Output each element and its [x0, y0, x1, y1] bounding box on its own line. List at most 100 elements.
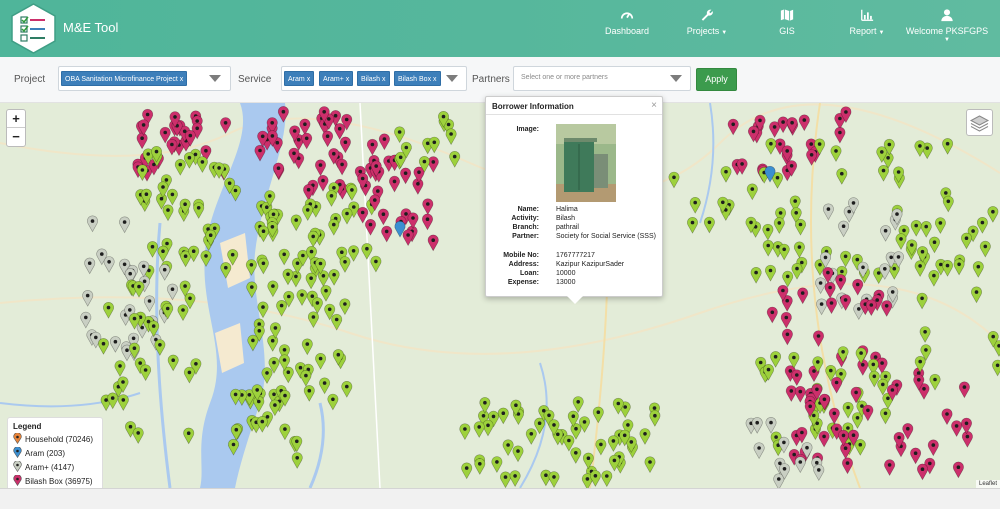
map-marker[interactable]: [183, 366, 195, 384]
map-marker[interactable]: [196, 156, 208, 174]
nav-projects[interactable]: Projects ▼: [684, 8, 730, 52]
map-marker[interactable]: [916, 292, 928, 310]
map-marker[interactable]: [159, 264, 171, 281]
map-marker[interactable]: [400, 167, 412, 185]
map-marker[interactable]: [140, 364, 152, 382]
map-marker[interactable]: [303, 184, 315, 201]
map-marker[interactable]: [341, 380, 353, 398]
map-marker[interactable]: [782, 270, 794, 288]
map-marker[interactable]: [795, 218, 806, 236]
map-marker[interactable]: [381, 225, 393, 243]
map-marker[interactable]: [267, 335, 279, 352]
chip-remove-button[interactable]: x: [180, 76, 184, 83]
map-marker[interactable]: [193, 202, 205, 219]
map-marker[interactable]: [770, 351, 782, 368]
map-marker[interactable]: [346, 184, 358, 202]
map-marker[interactable]: [291, 452, 303, 469]
map-marker[interactable]: [299, 118, 311, 136]
map-marker[interactable]: [326, 190, 337, 207]
map-marker[interactable]: [865, 299, 877, 317]
map-marker[interactable]: [305, 272, 317, 290]
zoom-in-button[interactable]: +: [7, 110, 25, 128]
map-marker[interactable]: [119, 216, 131, 234]
map-marker[interactable]: [862, 404, 874, 422]
map-marker[interactable]: [445, 128, 457, 146]
map-marker[interactable]: [589, 470, 601, 487]
map-marker[interactable]: [762, 223, 774, 241]
map-marker[interactable]: [502, 439, 514, 457]
map-marker[interactable]: [961, 232, 972, 250]
map-marker[interactable]: [166, 188, 178, 206]
map-marker[interactable]: [777, 116, 789, 134]
map-marker[interactable]: [834, 126, 846, 144]
map-marker[interactable]: [816, 298, 828, 316]
map-marker[interactable]: [276, 299, 288, 317]
map-marker[interactable]: [830, 145, 842, 163]
map-marker[interactable]: [103, 301, 114, 319]
map-marker[interactable]: [370, 255, 382, 273]
map-marker[interactable]: [838, 220, 850, 238]
map-marker[interactable]: [136, 132, 148, 150]
map-marker[interactable]: [183, 152, 195, 169]
map-marker[interactable]: [878, 164, 889, 182]
map-marker[interactable]: [258, 225, 269, 243]
map-marker[interactable]: [348, 245, 360, 262]
map-marker[interactable]: [167, 283, 178, 301]
map-marker[interactable]: [798, 114, 810, 132]
map-marker[interactable]: [303, 385, 315, 402]
map-marker[interactable]: [910, 219, 922, 237]
map-marker[interactable]: [183, 427, 195, 445]
map-marker[interactable]: [257, 301, 269, 319]
map-attribution[interactable]: Leaflet: [975, 480, 1000, 488]
map-marker[interactable]: [813, 330, 824, 348]
map-marker[interactable]: [307, 230, 319, 248]
map-marker[interactable]: [473, 421, 485, 439]
map-marker[interactable]: [315, 159, 326, 177]
map-marker[interactable]: [835, 274, 847, 291]
map-marker[interactable]: [828, 407, 840, 425]
map-marker[interactable]: [762, 239, 774, 257]
map-marker[interactable]: [177, 304, 189, 322]
map-marker[interactable]: [328, 269, 340, 286]
map-marker[interactable]: [428, 136, 440, 154]
map-marker[interactable]: [339, 136, 351, 154]
map-marker[interactable]: [107, 392, 119, 410]
map-marker[interactable]: [953, 258, 965, 276]
map-marker[interactable]: [339, 298, 351, 316]
map-marker[interactable]: [422, 213, 433, 231]
map-marker[interactable]: [378, 133, 390, 151]
map-marker[interactable]: [668, 171, 680, 189]
map-marker[interactable]: [797, 287, 809, 305]
map-marker[interactable]: [791, 262, 803, 280]
map-marker[interactable]: [109, 336, 121, 353]
chip-remove-button[interactable]: x: [382, 76, 386, 83]
map-marker[interactable]: [794, 385, 806, 403]
map-marker[interactable]: [750, 266, 762, 284]
map-marker[interactable]: [402, 229, 414, 247]
map-marker[interactable]: [491, 456, 503, 474]
map-marker[interactable]: [601, 470, 613, 488]
map-marker[interactable]: [407, 212, 419, 230]
map-marker[interactable]: [649, 410, 661, 427]
map-marker[interactable]: [84, 257, 96, 275]
map-marker[interactable]: [952, 461, 964, 479]
map-marker[interactable]: [934, 217, 946, 235]
map-marker[interactable]: [971, 286, 982, 304]
map-marker[interactable]: [339, 256, 351, 273]
map-marker[interactable]: [826, 297, 837, 315]
map-marker[interactable]: [394, 126, 406, 144]
map-marker[interactable]: [98, 338, 109, 355]
map-marker[interactable]: [317, 174, 329, 192]
map-marker[interactable]: [200, 250, 212, 268]
map-marker[interactable]: [103, 256, 115, 273]
map-marker[interactable]: [951, 420, 963, 438]
map-marker[interactable]: [751, 417, 763, 434]
map-marker[interactable]: [128, 342, 140, 360]
map-marker[interactable]: [461, 462, 473, 480]
map-marker[interactable]: [727, 118, 739, 136]
map-marker[interactable]: [773, 217, 785, 235]
map-marker[interactable]: [474, 458, 486, 475]
map-marker[interactable]: [157, 245, 169, 263]
map-marker[interactable]: [914, 260, 926, 278]
map-marker[interactable]: [80, 311, 92, 329]
